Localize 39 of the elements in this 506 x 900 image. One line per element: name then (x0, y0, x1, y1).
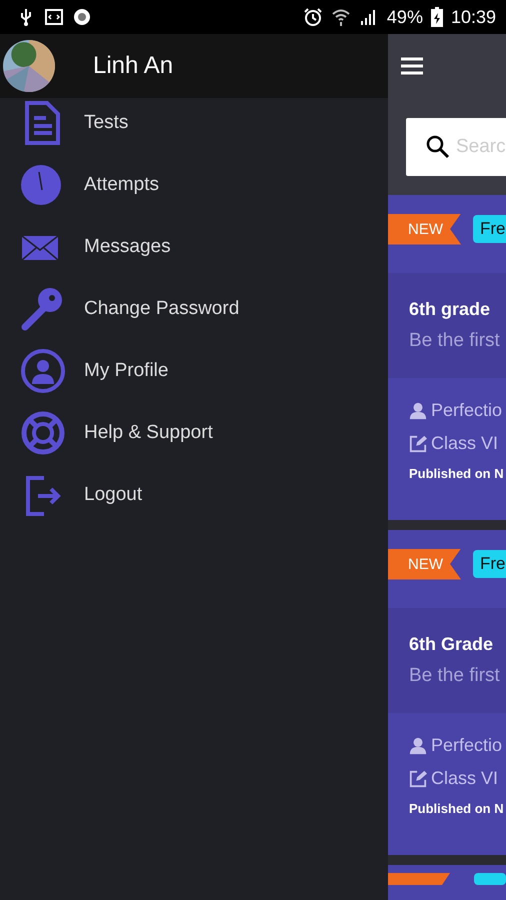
clock-time: 10:39 (450, 6, 496, 28)
menu-item[interactable]: My Profile (0, 340, 388, 402)
menu-item[interactable]: Logout (0, 464, 388, 526)
card-subtitle: Be the first (409, 330, 501, 352)
menu-item[interactable]: Help & Support (0, 402, 388, 464)
menu-item[interactable]: Attempts (0, 154, 388, 216)
menu-icon[interactable] (400, 56, 424, 76)
battery-icon (430, 7, 443, 27)
category-text: Class VI (431, 768, 498, 789)
battery-percent: 49% (386, 6, 423, 28)
menu-item[interactable]: Change Password (0, 278, 388, 340)
alarm-icon (302, 7, 323, 27)
lifebuoy-icon (20, 410, 66, 456)
ribbon-badge: NEW (388, 214, 461, 244)
card-title: 6th grade (409, 299, 492, 320)
edit-icon (409, 770, 427, 788)
screen-icon (44, 7, 64, 27)
user-name: Linh An (93, 52, 174, 80)
edit-icon (409, 434, 427, 452)
category-text: Class VI (431, 433, 498, 454)
person-icon (409, 402, 427, 420)
card-subtitle: Be the first (409, 665, 501, 687)
menu-item[interactable]: Tests (0, 92, 388, 154)
record-icon (72, 7, 92, 27)
test-card[interactable]: NEW Fre 6th Grade Be the first Perfectio Class VI Published on N (388, 530, 506, 855)
published-text: Published on N (409, 801, 505, 816)
search-icon (426, 134, 450, 158)
test-card[interactable]: NEW Fre 6th grade Be the first Perfectio Class VI Published on N (388, 195, 506, 520)
published-text: Published on N (409, 466, 505, 481)
tag-badge: Fre (473, 550, 506, 578)
author-text: Perfectio (431, 400, 502, 421)
wifi-icon (330, 7, 351, 27)
tag-badge: Fre (473, 215, 506, 243)
profile-icon (20, 348, 66, 394)
person-icon (409, 736, 427, 754)
card-title: 6th Grade (409, 634, 494, 655)
ribbon-badge: NEW (388, 548, 461, 580)
menu-item[interactable]: Messages (0, 216, 388, 278)
author-text: Perfectio (431, 735, 502, 756)
